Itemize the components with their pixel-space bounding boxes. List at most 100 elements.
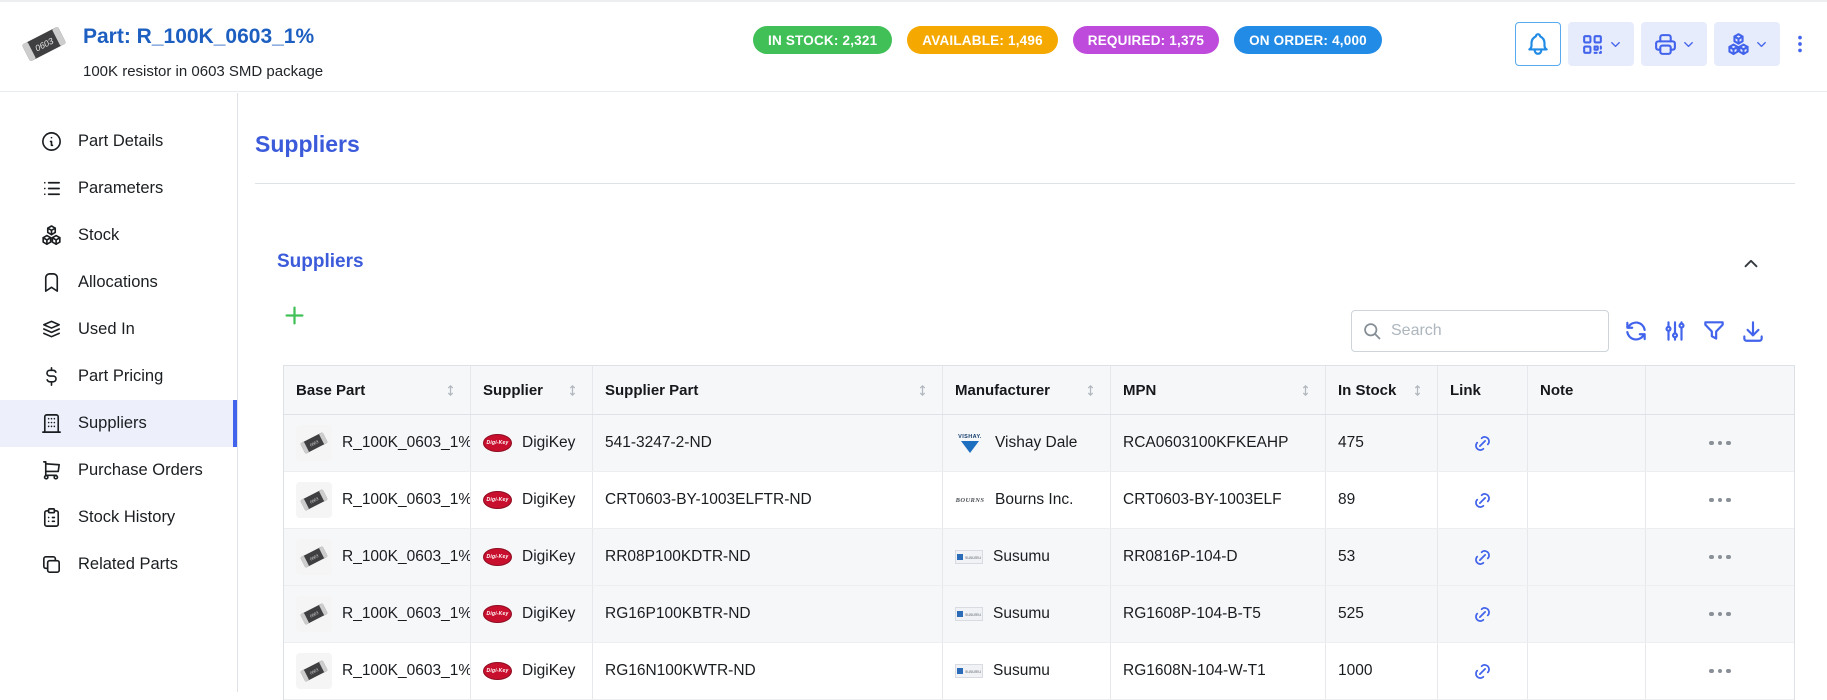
sidebar-item-parameters[interactable]: Parameters: [0, 165, 237, 212]
part-thumbnail: 0603: [296, 425, 332, 461]
sidebar-item-related-parts[interactable]: Related Parts: [0, 541, 237, 588]
manufacturer-name: Susumu: [993, 662, 1050, 680]
external-link-icon[interactable]: [1472, 604, 1493, 625]
bourns-logo: BOURNS: [955, 497, 985, 504]
building-icon: [40, 412, 63, 435]
sidebar-item-stock-history[interactable]: Stock History: [0, 494, 237, 541]
barcode-actions-button[interactable]: [1568, 22, 1634, 66]
supplier-name: DigiKey: [522, 662, 575, 680]
sort-icon[interactable]: [1410, 383, 1425, 398]
table-toolbar: [1623, 318, 1766, 344]
part-thumbnail: 0603: [296, 653, 332, 689]
search-input[interactable]: [1391, 322, 1598, 340]
required-badge: REQUIRED: 1,375: [1073, 26, 1219, 54]
part-thumbnail: 0603: [296, 539, 332, 575]
stock-cubes-icon: [40, 224, 63, 247]
shopping-cart-icon: [40, 459, 63, 482]
sidebar-item-part-pricing[interactable]: Part Pricing: [0, 353, 237, 400]
sidebar-item-label: Purchase Orders: [78, 461, 203, 480]
download-icon[interactable]: [1740, 318, 1766, 344]
part-sidebar: Part Details Parameters Stock Allocation…: [0, 93, 238, 692]
supplier-part-number: RR08P100KDTR-ND: [593, 529, 943, 585]
add-supplier-part-button[interactable]: [281, 302, 308, 329]
mpn-value: CRT0603-BY-1003ELF: [1111, 472, 1326, 528]
notifications-button[interactable]: [1515, 22, 1561, 66]
sidebar-item-allocations[interactable]: Allocations: [0, 259, 237, 306]
mpn-value: RCA0603100KFKEAHP: [1111, 415, 1326, 471]
manufacturer-name: Susumu: [993, 548, 1050, 566]
sidebar-item-label: Used In: [78, 320, 135, 339]
note-cell: [1528, 643, 1646, 699]
table-row[interactable]: 0603 R_100K_0603_1% Digi-Key DigiKey RG1…: [284, 643, 1794, 700]
external-link-icon[interactable]: [1472, 661, 1493, 682]
sidebar-item-purchase-orders[interactable]: Purchase Orders: [0, 447, 237, 494]
refresh-icon[interactable]: [1623, 318, 1649, 344]
sidebar-item-label: Parameters: [78, 179, 163, 198]
note-cell: [1528, 415, 1646, 471]
sidebar-item-used-in[interactable]: Used In: [0, 306, 237, 353]
sort-icon[interactable]: [1083, 383, 1098, 398]
sidebar-item-suppliers[interactable]: Suppliers: [0, 400, 237, 447]
column-header-supplier-part[interactable]: Supplier Part: [593, 366, 943, 414]
column-header-manufacturer[interactable]: Manufacturer: [943, 366, 1111, 414]
main-panel: Suppliers Suppliers Base P: [238, 93, 1827, 692]
sort-icon[interactable]: [565, 383, 580, 398]
digikey-logo: Digi-Key: [483, 434, 512, 452]
divider: [255, 183, 1795, 184]
table-row[interactable]: 0603 R_100K_0603_1% Digi-Key DigiKey 541…: [284, 415, 1794, 472]
part-thumbnail: 0603: [296, 596, 332, 632]
column-header-in-stock[interactable]: In Stock: [1326, 366, 1438, 414]
supplier-name: DigiKey: [522, 548, 575, 566]
base-part-name: R_100K_0603_1%: [342, 491, 471, 509]
chevron-down-icon: [1681, 37, 1696, 52]
in-stock-value: 89: [1326, 472, 1438, 528]
external-link-icon[interactable]: [1472, 490, 1493, 511]
external-link-icon[interactable]: [1472, 547, 1493, 568]
column-header-base-part[interactable]: Base Part: [284, 366, 471, 414]
column-header-mpn[interactable]: MPN: [1111, 366, 1326, 414]
adjustments-icon[interactable]: [1662, 318, 1688, 344]
sidebar-item-stock[interactable]: Stock: [0, 212, 237, 259]
stock-cubes-icon: [1726, 32, 1751, 57]
print-actions-button[interactable]: [1641, 22, 1707, 66]
collapse-section-button[interactable]: [1740, 253, 1762, 275]
in-stock-value: 53: [1326, 529, 1438, 585]
row-actions-button[interactable]: [1709, 555, 1731, 560]
qrcode-icon: [1580, 32, 1605, 57]
sidebar-item-label: Suppliers: [78, 414, 147, 433]
digikey-logo: Digi-Key: [483, 548, 512, 566]
more-actions-button[interactable]: [1787, 22, 1813, 66]
sidebar-item-part-details[interactable]: Part Details: [0, 118, 237, 165]
table-header-row: Base Part Supplier Supplier Part Manufac…: [284, 366, 1794, 415]
supplier-name: DigiKey: [522, 605, 575, 623]
digikey-logo: Digi-Key: [483, 605, 512, 623]
column-header-supplier[interactable]: Supplier: [471, 366, 593, 414]
row-actions-button[interactable]: [1709, 498, 1731, 503]
row-actions-button[interactable]: [1709, 669, 1731, 674]
table-row[interactable]: 0603 R_100K_0603_1% Digi-Key DigiKey RG1…: [284, 586, 1794, 643]
manufacturer-name: Vishay Dale: [995, 434, 1077, 452]
sort-icon[interactable]: [915, 383, 930, 398]
row-actions-button[interactable]: [1709, 441, 1731, 446]
external-link-icon[interactable]: [1472, 433, 1493, 454]
suppliers-table: Base Part Supplier Supplier Part Manufac…: [283, 365, 1795, 700]
table-row[interactable]: 0603 R_100K_0603_1% Digi-Key DigiKey RR0…: [284, 529, 1794, 586]
mpn-value: RG1608P-104-B-T5: [1111, 586, 1326, 642]
column-header-link: Link: [1438, 366, 1528, 414]
sort-icon[interactable]: [443, 383, 458, 398]
note-cell: [1528, 472, 1646, 528]
stack-icon: [40, 318, 63, 341]
sidebar-item-label: Part Details: [78, 132, 163, 151]
sort-icon[interactable]: [1298, 383, 1313, 398]
part-image[interactable]: 0603: [18, 18, 70, 70]
row-actions-button[interactable]: [1709, 612, 1731, 617]
list-icon: [40, 177, 63, 200]
in-stock-value: 475: [1326, 415, 1438, 471]
stock-actions-button[interactable]: [1714, 22, 1780, 66]
status-badges: IN STOCK: 2,321 AVAILABLE: 1,496 REQUIRE…: [753, 26, 1382, 54]
base-part-name: R_100K_0603_1%: [342, 434, 471, 452]
in-stock-badge: IN STOCK: 2,321: [753, 26, 892, 54]
filter-icon[interactable]: [1701, 318, 1727, 344]
supplier-part-number: 541-3247-2-ND: [593, 415, 943, 471]
table-row[interactable]: 0603 R_100K_0603_1% Digi-Key DigiKey CRT…: [284, 472, 1794, 529]
